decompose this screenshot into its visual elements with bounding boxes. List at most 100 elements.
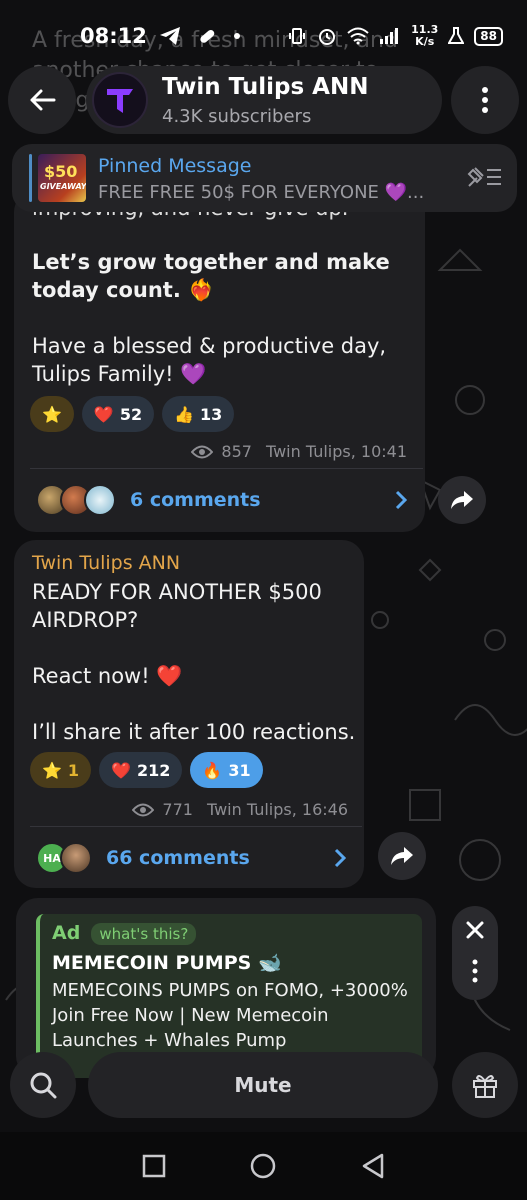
comments-button[interactable]: HA 66 comments [36, 827, 346, 889]
pinned-list-button[interactable] [465, 164, 503, 194]
reaction-thumbs-up[interactable]: 👍 13 [162, 396, 235, 432]
ad-label: Ad [52, 922, 81, 944]
post-author-time: Twin Tulips, 16:46 [206, 800, 348, 819]
mute-button[interactable]: Mute [88, 1052, 438, 1118]
commenter-avatar [60, 842, 92, 874]
post-meta: 771 Twin Tulips, 16:46 [132, 800, 348, 819]
channel-name: Twin Tulips ANN [162, 74, 369, 100]
reaction-count: 13 [200, 404, 223, 424]
signal-icon [380, 28, 399, 44]
pinned-message-bar[interactable]: $50 GIVEAWAY Pinned Message FREE FREE 50… [12, 144, 517, 212]
share-button[interactable] [378, 832, 426, 880]
pinned-title: Pinned Message [98, 155, 252, 177]
reaction-star[interactable]: ⭐ [30, 396, 74, 432]
dot-icon [233, 33, 240, 39]
status-left-icons [159, 26, 241, 46]
share-button[interactable] [438, 476, 486, 524]
post-author-time: Twin Tulips, 10:41 [265, 442, 407, 461]
reaction-list: ⭐ ❤️ 52 👍 13 [30, 396, 235, 432]
post-bold-line: Let’s grow together and make today count… [32, 248, 412, 304]
post-line-3: I’ll share it after 100 reactions. [32, 720, 356, 744]
reaction-emoji: ❤️ [111, 760, 131, 780]
comments-count: 6 comments [130, 489, 261, 511]
wifi-icon [347, 27, 369, 45]
post-line-1: READY FOR ANOTHER $500 AIRDROP? [32, 580, 322, 632]
pinned-thumb-amount: $50 [44, 162, 78, 181]
reaction-list: ⭐ 1 ❤️ 212 🔥 31 [30, 752, 263, 788]
bottom-bar: Mute [0, 1052, 527, 1132]
search-icon [30, 1072, 57, 1099]
battery-indicator: 88 [474, 26, 503, 46]
flask-icon [448, 27, 465, 44]
reaction-emoji: ⭐ [42, 404, 62, 424]
pill-icon [200, 29, 215, 43]
status-right-icons: 11.3 K/s 88 [287, 24, 503, 48]
ad-actions [452, 906, 498, 1000]
ad-header: Ad what's this? [52, 922, 412, 945]
pinned-indicator [29, 154, 32, 202]
chevron-right-icon [334, 848, 346, 868]
status-bar: 08:12 11.3 K/s 88 [0, 0, 527, 58]
comments-button[interactable]: 6 comments [36, 469, 407, 531]
channel-info-button[interactable]: Twin Tulips ANN 4.3K subscribers [86, 66, 442, 134]
post-line-2: React now! ❤️ [32, 664, 183, 688]
sponsored-message[interactable]: Ad what's this? MEMECOIN PUMPS 🐋 MEMECOI… [16, 898, 436, 1078]
reaction-count: 212 [136, 760, 171, 780]
reaction-emoji: 👍 [174, 404, 195, 424]
reaction-emoji: ⭐ [42, 760, 62, 780]
reaction-count: 31 [228, 760, 251, 780]
reaction-star[interactable]: ⭐ 1 [30, 752, 92, 788]
ad-more-button[interactable] [472, 959, 478, 987]
channel-post[interactable]: Twin Tulips ANN READY FOR ANOTHER $500 A… [14, 540, 364, 888]
reaction-fire[interactable]: 🔥 31 [190, 752, 263, 788]
reaction-emoji: ❤️ [93, 404, 114, 424]
view-count: 771 [162, 800, 193, 819]
recent-apps-icon[interactable] [142, 1154, 166, 1178]
close-ad-button[interactable] [465, 920, 485, 944]
post-body: Have a blessed & productive day, Tulips … [32, 334, 387, 386]
net-speed-unit: K/s [415, 35, 435, 48]
back-button[interactable] [8, 66, 76, 134]
net-speed: 11.3 K/s [411, 24, 438, 48]
tulips-logo-icon [107, 89, 133, 113]
post-bold-text: Let’s grow together and make today count… [32, 250, 390, 302]
pin-list-icon [467, 167, 501, 187]
eye-icon [191, 445, 214, 458]
more-vertical-icon [482, 87, 488, 113]
more-options-button[interactable] [451, 66, 519, 134]
chat-header: Twin Tulips ANN 4.3K subscribers [8, 66, 519, 134]
gift-button[interactable] [452, 1052, 518, 1118]
commenter-initials: HA [43, 851, 61, 865]
arrow-left-icon [30, 89, 56, 111]
reaction-heart[interactable]: ❤️ 212 [99, 752, 183, 788]
more-vertical-icon [472, 959, 478, 982]
chevron-right-icon [395, 490, 407, 510]
pinned-thumb-label: GIVEAWAY [40, 182, 86, 191]
search-button[interactable] [10, 1052, 76, 1118]
gift-icon [473, 1075, 497, 1098]
reaction-count: 1 [67, 760, 80, 780]
close-icon [466, 921, 484, 938]
channel-avatar [92, 72, 148, 128]
ad-body: MEMECOINS PUMPS on FOMO, +3000% Join Fre… [52, 980, 408, 1051]
back-nav-icon[interactable] [361, 1153, 385, 1179]
comments-count: 66 comments [106, 847, 250, 869]
post-meta: 857 Twin Tulips, 10:41 [191, 442, 407, 461]
telegram-icon [159, 27, 180, 45]
eye-icon [132, 803, 155, 816]
alarm-icon [319, 29, 336, 45]
home-icon[interactable] [249, 1152, 277, 1180]
pinned-thumbnail: $50 GIVEAWAY [38, 154, 86, 202]
reaction-heart[interactable]: ❤️ 52 [81, 396, 155, 432]
system-nav-bar [0, 1132, 527, 1200]
vibrate-icon [289, 28, 306, 44]
ad-title: MEMECOIN PUMPS 🐋 [52, 952, 282, 974]
channel-post[interactable]: improving, and never give up. Let’s grow… [14, 190, 425, 532]
status-time: 08:12 [80, 24, 147, 48]
reaction-count: 52 [119, 404, 143, 424]
post-author: Twin Tulips ANN [32, 552, 181, 574]
share-arrow-icon [391, 847, 413, 865]
subscriber-count: 4.3K subscribers [162, 106, 312, 127]
whats-this-button[interactable]: what's this? [91, 923, 197, 945]
share-arrow-icon [451, 491, 473, 509]
